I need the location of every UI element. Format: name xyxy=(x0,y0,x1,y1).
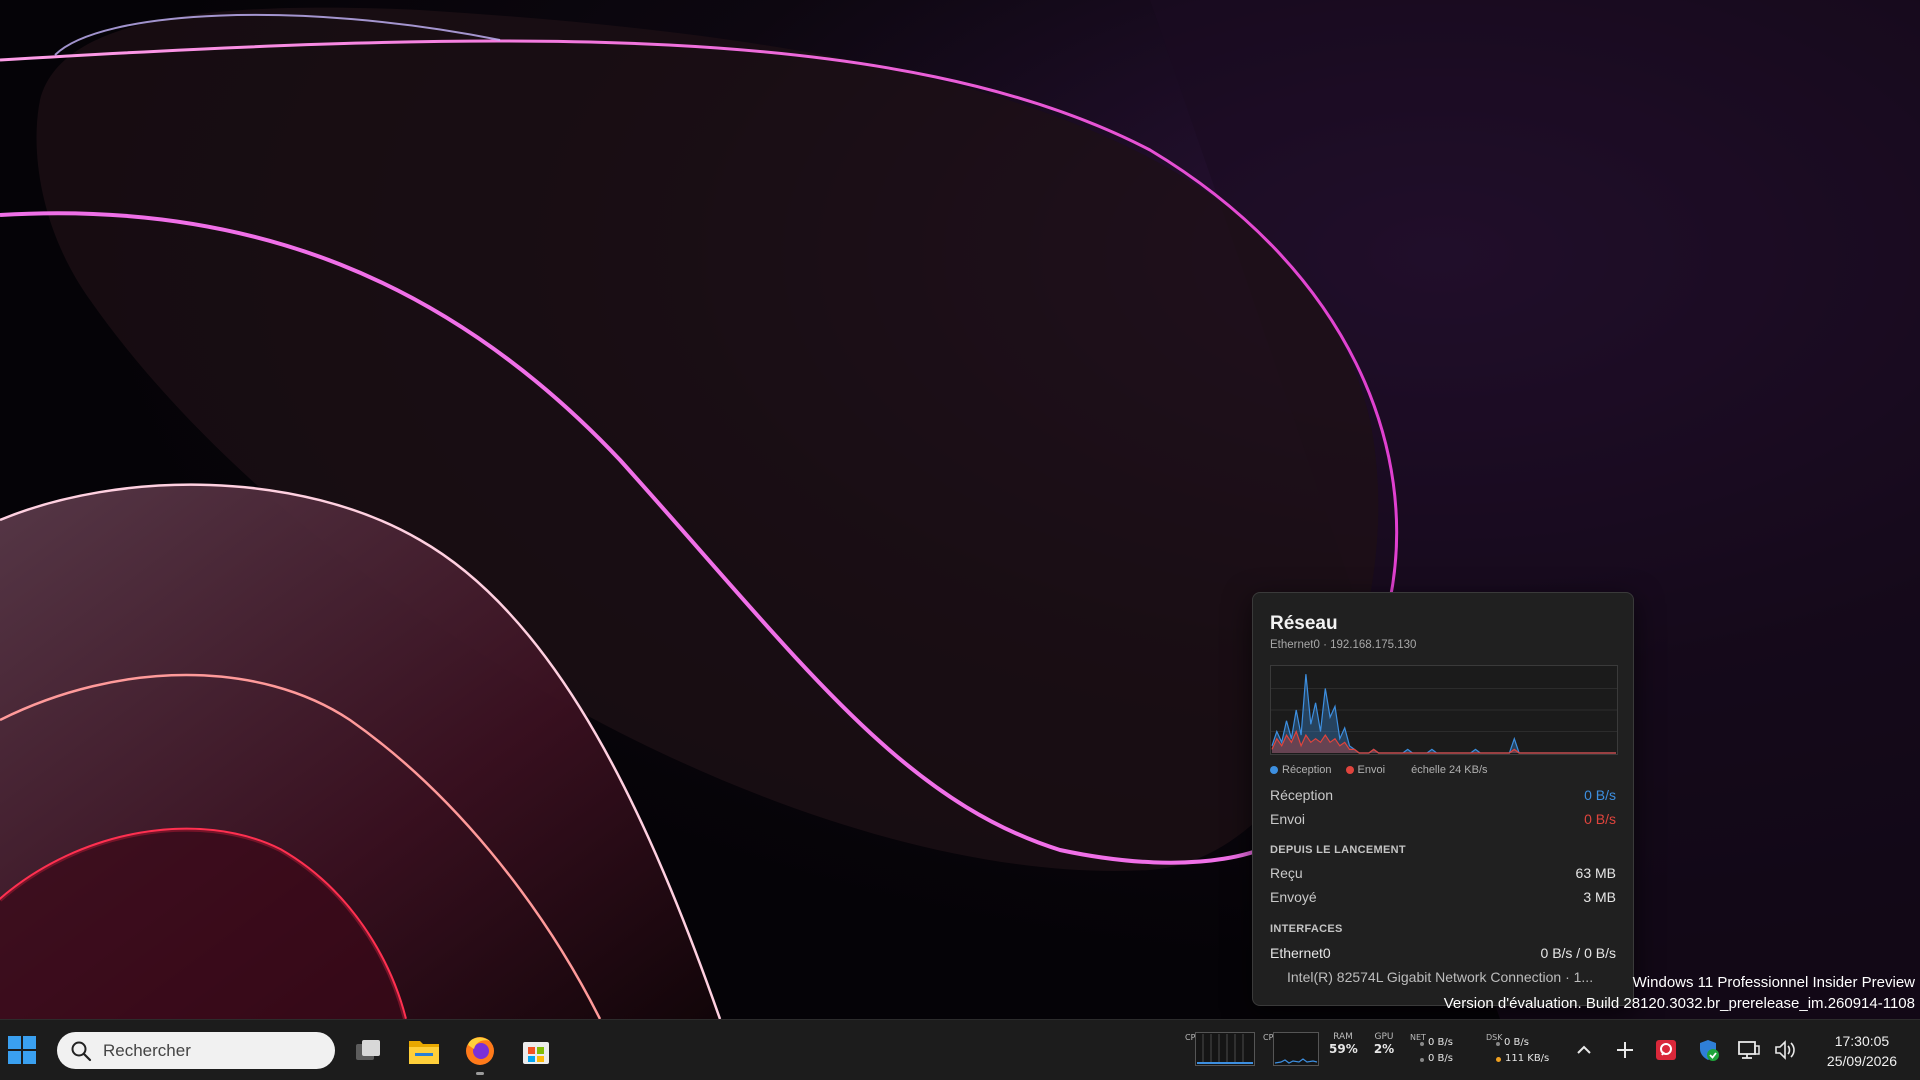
show-hidden-icons-button[interactable] xyxy=(1571,1037,1597,1063)
ram-monitor[interactable]: RAM 59% xyxy=(1329,1032,1358,1056)
network-panel-title: Réseau xyxy=(1270,613,1338,634)
task-view-button[interactable] xyxy=(348,1031,388,1071)
search-icon xyxy=(71,1041,92,1062)
sent-total-row: Envoyé 3 MB xyxy=(1270,889,1616,905)
received-total-row: Reçu 63 MB xyxy=(1270,865,1616,881)
cpu-history-graph[interactable] xyxy=(1273,1032,1319,1066)
legend-send: Envoi xyxy=(1345,764,1385,776)
windows-watermark: Windows 11 Professionnel Insider Preview… xyxy=(1444,972,1915,1014)
network-panel-subtitle: Ethernet0 · 192.168.175.130 xyxy=(1270,639,1417,651)
network-flyout: Réseau Ethernet0 · 192.168.175.130 Récep… xyxy=(1252,592,1634,1006)
volume-tray-button[interactable] xyxy=(1772,1037,1798,1063)
task-view-icon xyxy=(356,1040,380,1060)
net-monitor-label: NET xyxy=(1410,1033,1426,1042)
clock-date: 25/09/2026 xyxy=(1826,1053,1897,1069)
firefox-button[interactable] xyxy=(460,1031,500,1071)
gpu-monitor[interactable]: GPU 2% xyxy=(1372,1032,1396,1056)
net-monitor[interactable]: 0 B/s 0 B/s xyxy=(1420,1035,1453,1067)
send-rate-value: 0 B/s xyxy=(1584,811,1616,827)
watermark-line-2: Version d'évaluation. Build 28120.3032.b… xyxy=(1443,995,1915,1012)
windows-logo-icon xyxy=(8,1036,36,1064)
store-icon xyxy=(523,1042,549,1064)
start-button[interactable] xyxy=(6,1034,38,1066)
chart-legend: Réception Envoi échelle 24 KB/s xyxy=(1270,764,1488,776)
interfaces-heading: INTERFACES xyxy=(1270,923,1343,935)
clock[interactable]: 17:30:05 25/09/2026 xyxy=(1827,1031,1897,1071)
search-placeholder: Rechercher xyxy=(103,1041,191,1060)
legend-receive: Réception xyxy=(1270,764,1332,776)
security-tray-button[interactable] xyxy=(1695,1037,1721,1063)
legend-scale: échelle 24 KB/s xyxy=(1411,764,1488,776)
disk-monitor-label: DSK xyxy=(1486,1033,1503,1042)
ethernet-icon xyxy=(1738,1041,1760,1059)
network-traffic-chart xyxy=(1270,665,1618,755)
folder-icon xyxy=(409,1041,439,1064)
speaker-icon xyxy=(1775,1040,1795,1060)
search-box[interactable]: Rechercher xyxy=(57,1032,335,1069)
watermark-line-1: Windows 11 Professionnel Insider Preview xyxy=(1632,974,1915,991)
sent-total-value: 3 MB xyxy=(1583,889,1616,905)
firefox-icon xyxy=(466,1037,494,1065)
red-app-tray-button[interactable] xyxy=(1653,1037,1679,1063)
network-tray-button[interactable] xyxy=(1736,1037,1762,1063)
microsoft-store-button[interactable] xyxy=(516,1031,556,1071)
since-launch-heading: DEPUIS LE LANCEMENT xyxy=(1270,844,1406,856)
clock-time: 17:30:05 xyxy=(1834,1033,1890,1049)
interface-row: Ethernet0 0 B/s / 0 B/s xyxy=(1270,945,1616,961)
interface-name: Ethernet0 xyxy=(1270,945,1331,961)
red-app-icon xyxy=(1656,1040,1676,1060)
cpu2-monitor-label: CPU xyxy=(1263,1033,1280,1042)
cpu-monitor-label: CPU xyxy=(1185,1033,1202,1042)
plus-icon xyxy=(1617,1042,1633,1058)
disk-monitor[interactable]: 0 B/s 111 KB/s xyxy=(1496,1035,1549,1067)
shield-check-icon xyxy=(1700,1040,1719,1061)
interface-rate: 0 B/s / 0 B/s xyxy=(1540,945,1616,961)
file-explorer-button[interactable] xyxy=(404,1031,444,1071)
chevron-up-icon xyxy=(1577,1045,1591,1054)
add-tray-button[interactable] xyxy=(1612,1037,1638,1063)
firefox-running-indicator xyxy=(476,1072,484,1075)
taskbar: Rechercher CPU CPU RAM 59% GPU 2% NET 0 … xyxy=(0,1019,1920,1080)
receive-rate-row: Réception 0 B/s xyxy=(1270,787,1616,803)
receive-rate-value: 0 B/s xyxy=(1584,787,1616,803)
send-rate-row: Envoi 0 B/s xyxy=(1270,811,1616,827)
cpu-monitor-graph[interactable] xyxy=(1195,1032,1255,1066)
received-total-value: 63 MB xyxy=(1575,865,1616,881)
